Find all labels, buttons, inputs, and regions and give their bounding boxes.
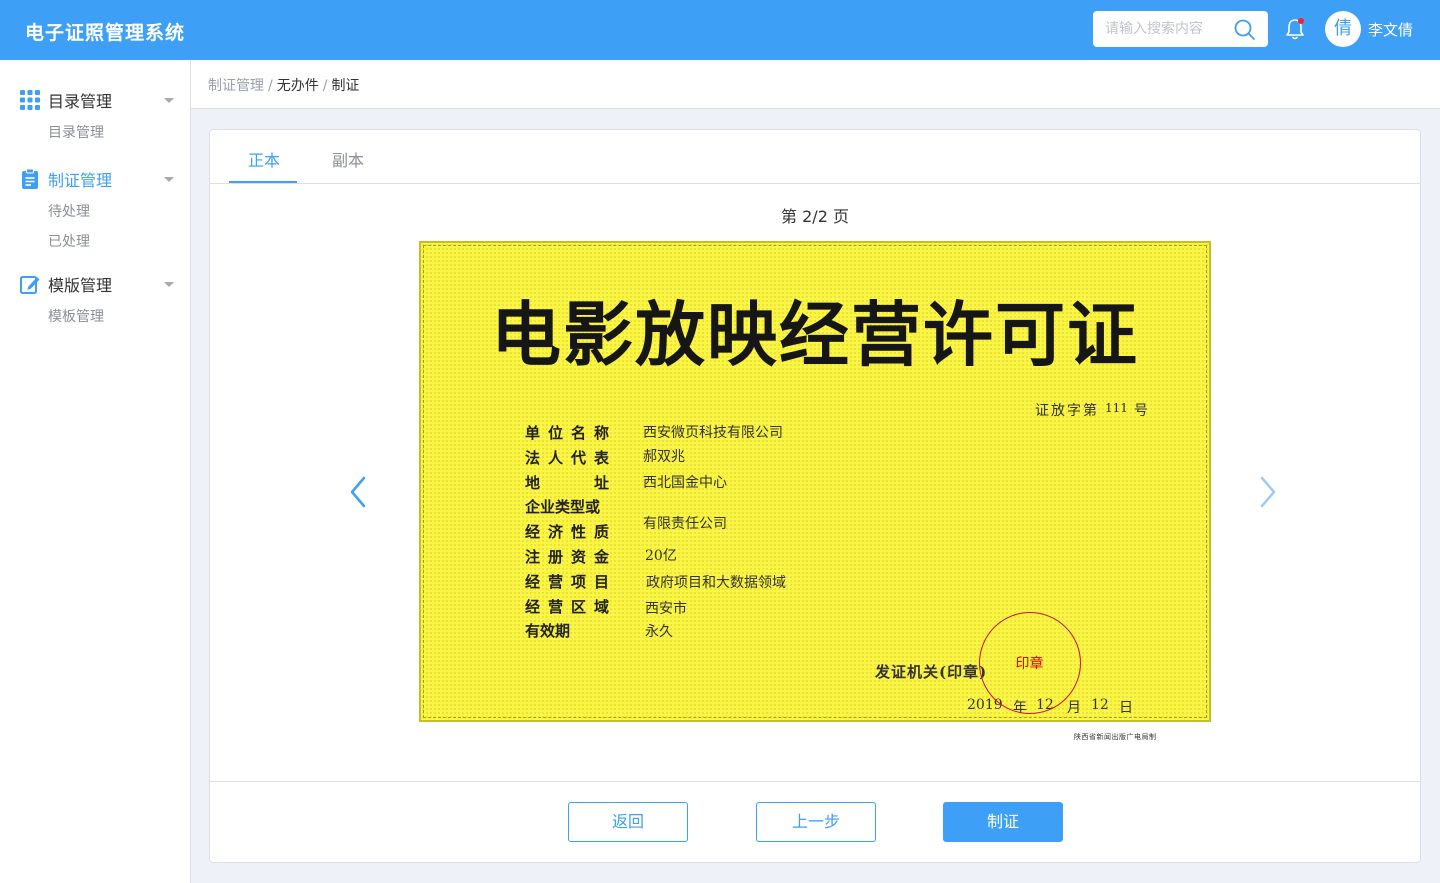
- field-label: 单位名称: [525, 424, 609, 442]
- field-value: 西安市: [645, 601, 687, 617]
- breadcrumb-item[interactable]: 制证管理: [208, 78, 264, 94]
- breadcrumb-separator: /: [268, 78, 273, 94]
- tab-copy[interactable]: 副本: [332, 147, 364, 171]
- field-value: 有限责任公司: [643, 516, 727, 532]
- page-indicator: 第 2/2 页: [781, 207, 849, 226]
- stamp-seal[interactable]: 印章: [979, 612, 1081, 714]
- menu-head-certificate[interactable]: 制证管理: [0, 166, 190, 192]
- tab-active-indicator: [229, 181, 297, 183]
- sidebar-item-processed[interactable]: 已处理: [48, 231, 90, 251]
- issuer-label: 发证机关(印章): [875, 663, 988, 681]
- tab-bar: 正本 副本: [210, 130, 1420, 184]
- breadcrumb: 制证管理 / 无办件 / 制证: [208, 75, 359, 95]
- field-value: 永久: [645, 624, 673, 640]
- app-title: 电子证照管理系统: [25, 22, 186, 44]
- top-header: 电子证照管理系统 倩 李文倩: [0, 0, 1440, 60]
- certificate-preview: 电影放映经营许可证 证放字第 111 号 单位名称 西安微页科技有限公司 法人代表 …: [419, 241, 1211, 722]
- search-input[interactable]: [1093, 11, 1233, 47]
- breadcrumb-separator: /: [322, 78, 328, 94]
- sidebar-item-catalog-manage[interactable]: 目录管理: [48, 122, 104, 142]
- menu-head-catalog[interactable]: 目录管理: [0, 87, 190, 113]
- date-month-unit: 月: [1067, 700, 1081, 716]
- tab-original[interactable]: 正本: [248, 147, 280, 171]
- field-value: 西安微页科技有限公司: [643, 425, 783, 441]
- certificate-number-value: 111: [1105, 401, 1128, 415]
- grid-icon: [20, 90, 40, 110]
- field-value: 20亿: [645, 548, 677, 564]
- field-value: 郝双兆: [643, 449, 685, 465]
- field-label: 经营区域: [525, 598, 609, 616]
- breadcrumb-item[interactable]: 无办件: [277, 78, 319, 94]
- field-label: 有效期: [525, 622, 571, 640]
- search-box: [1093, 11, 1268, 47]
- edit-icon: [20, 276, 40, 294]
- certificate-number-suffix: 号: [1133, 403, 1150, 419]
- back-button[interactable]: 返回: [568, 802, 688, 842]
- menu-group-certificate: 制证管理 待处理 已处理: [0, 166, 190, 250]
- field-label: 注册资金: [525, 548, 609, 566]
- field-label: 法人代表: [525, 449, 609, 467]
- field-label: 经济性质: [525, 523, 609, 541]
- user-name[interactable]: 李文倩: [1368, 19, 1413, 40]
- field-label: 地址: [525, 474, 609, 492]
- certificate-number: 证放字第 111 号: [1035, 400, 1150, 420]
- certificate-number-prefix: 证放字第: [1035, 403, 1099, 419]
- field-value: 政府项目和大数据领域: [646, 575, 786, 591]
- menu-head-template[interactable]: 模版管理: [0, 271, 190, 297]
- breadcrumb-current: 制证: [331, 78, 360, 94]
- main-card: 正本 副本 第 2/2 页 电影放映经营许可证 证放字第 111 号 单位名称 西安…: [209, 129, 1421, 863]
- caret-down-icon: [164, 177, 174, 182]
- date-day: 12: [1091, 697, 1109, 713]
- sidebar: 目录管理 目录管理 制证管理 待处理 已处理 模版管理 模板管理: [0, 60, 191, 883]
- breadcrumb-bar: 制证管理 / 无办件 / 制证: [191, 60, 1440, 109]
- menu-label: 制证管理: [48, 171, 113, 190]
- date-day-unit: 日: [1119, 700, 1133, 716]
- notification-dot: [1298, 18, 1304, 24]
- search-icon[interactable]: [1233, 18, 1257, 40]
- footer-divider: [210, 781, 1420, 782]
- menu-group-catalog: 目录管理 目录管理: [0, 87, 190, 141]
- field-label: 经营项目: [525, 573, 609, 591]
- menu-group-template: 模版管理 模板管理: [0, 271, 190, 325]
- menu-label: 模版管理: [48, 276, 113, 295]
- certificate-footer: 陕西省新闻出版广电局制: [1074, 733, 1157, 741]
- stamp-text: 印章: [1015, 656, 1044, 672]
- caret-down-icon: [164, 98, 174, 103]
- field-value: 西北国金中心: [643, 475, 727, 491]
- prev-page-arrow-icon[interactable]: [346, 474, 370, 510]
- issue-certificate-button[interactable]: 制证: [943, 802, 1063, 842]
- clipboard-icon: [22, 169, 38, 189]
- avatar[interactable]: 倩: [1325, 11, 1361, 47]
- next-page-arrow-icon[interactable]: [1256, 474, 1280, 510]
- sidebar-item-template-manage[interactable]: 模板管理: [48, 306, 104, 326]
- prev-step-button[interactable]: 上一步: [756, 802, 876, 842]
- menu-label: 目录管理: [48, 92, 113, 111]
- caret-down-icon: [164, 282, 174, 287]
- certificate-title: 电影放映经营许可证: [491, 294, 1139, 376]
- field-label: 企业类型或: [525, 498, 601, 516]
- sidebar-item-pending[interactable]: 待处理: [48, 201, 90, 221]
